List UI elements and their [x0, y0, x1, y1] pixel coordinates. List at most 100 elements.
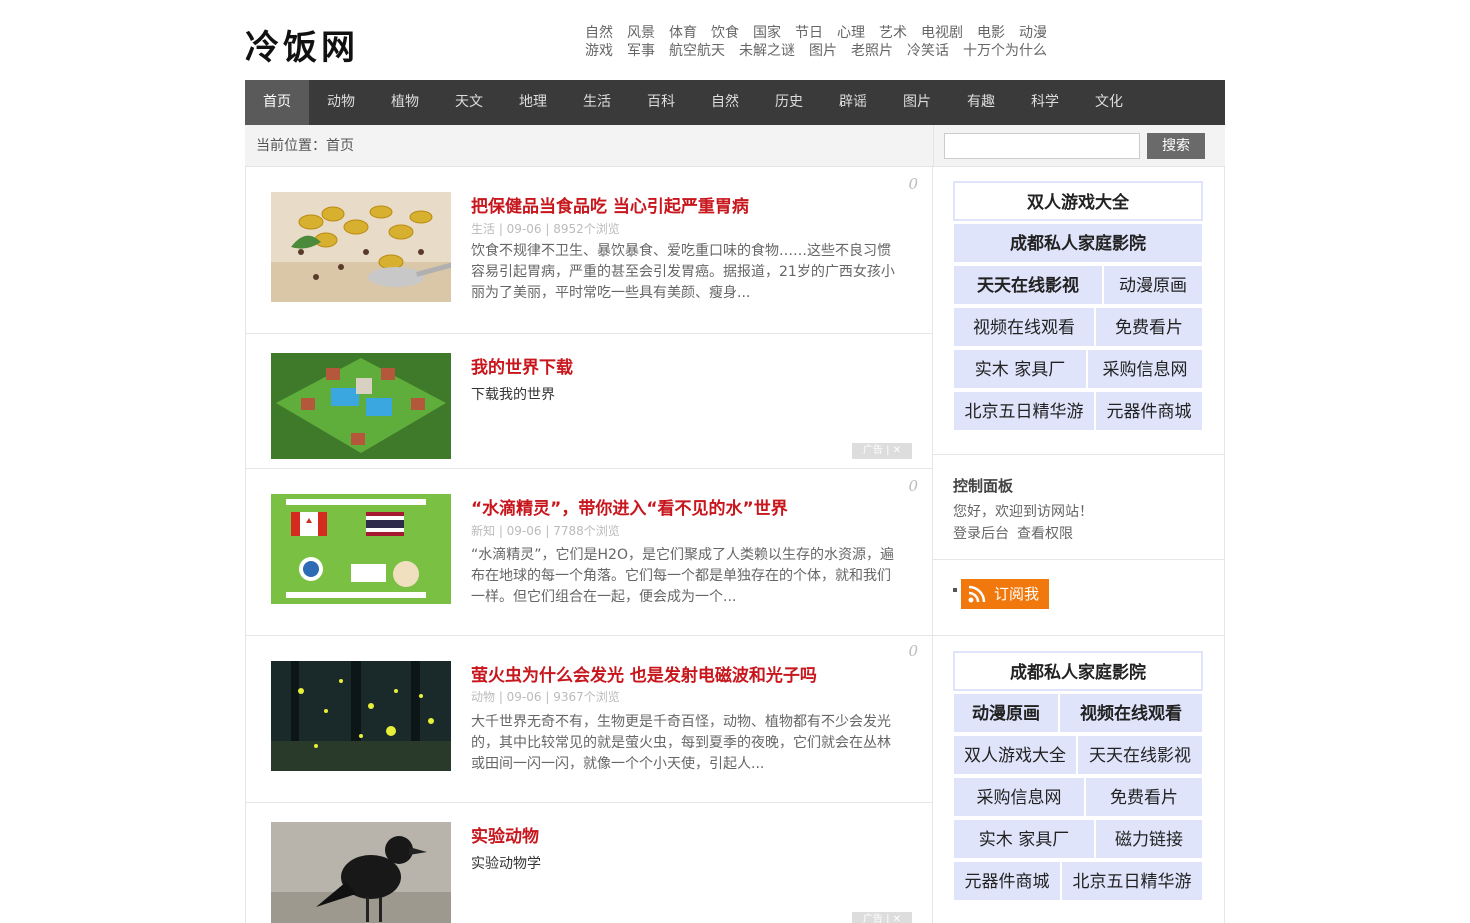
- top-link-7[interactable]: 艺术: [879, 25, 907, 41]
- ad-link[interactable]: 采购信息网: [1087, 349, 1203, 389]
- top-link-2[interactable]: 体育: [669, 25, 697, 41]
- post-list: 0 把保健品当食品吃 当心引起严重胃病 生活 | 09-06 | 8952个浏览…: [245, 167, 933, 923]
- breadcrumb: 当前位置：首页: [245, 125, 933, 167]
- nav-item-13[interactable]: 文化: [1077, 80, 1141, 125]
- nav-item-9[interactable]: 辟谣: [821, 80, 885, 125]
- top-link-1[interactable]: 风景: [627, 25, 655, 41]
- ad-subtitle: 下载我的世界: [471, 387, 555, 403]
- post-title[interactable]: “水滴精灵”，带你进入“看不见的水”世界: [471, 494, 788, 519]
- ad-link[interactable]: 元器件商城: [953, 861, 1061, 901]
- ad-subtitle: 实验动物学: [471, 856, 541, 872]
- top-links: 自然 风景 体育 饮食 国家 节日 心理 艺术 电视剧 电影 动漫 游戏 军事 航空航天 未解之谜 图片 老照…: [585, 24, 1085, 60]
- top-link-5[interactable]: 老照片: [851, 43, 893, 59]
- ad-thumbnail[interactable]: [271, 353, 451, 459]
- post-title[interactable]: 实验动物: [471, 822, 539, 847]
- top-link-6[interactable]: 冷笑话: [907, 43, 949, 59]
- list-item: 0 “水滴精灵”，带你进入“看不见的水”世界 新知 | 09-06 | 7788…: [246, 469, 932, 636]
- ad-link[interactable]: 实木 家具厂: [953, 819, 1095, 859]
- permission-link[interactable]: 查看权限: [1017, 526, 1073, 542]
- post-title[interactable]: 萤火虫为什么会发光 也是发射电磁波和光子吗: [471, 661, 817, 686]
- main-nav: 首页 动物 植物 天文 地理 生活 百科 自然 历史 辟谣 图片 有趣 科学 文化: [245, 80, 1225, 125]
- sidebar: 双人游戏大全 成都私人家庭影院 天天在线影视 动漫原画 视频在线观看 免费看片 …: [933, 167, 1225, 923]
- nav-item-3[interactable]: 天文: [437, 80, 501, 125]
- nav-item-7[interactable]: 自然: [693, 80, 757, 125]
- search-button[interactable]: 搜索: [1147, 133, 1205, 159]
- top-link-10[interactable]: 动漫: [1019, 25, 1047, 41]
- ad-link[interactable]: 双人游戏大全: [953, 735, 1077, 775]
- ad-link[interactable]: 成都私人家庭影院: [953, 651, 1203, 691]
- top-link-0[interactable]: 游戏: [585, 43, 613, 59]
- nav-item-11[interactable]: 有趣: [949, 80, 1013, 125]
- ad-link[interactable]: 实木 家具厂: [953, 349, 1087, 389]
- ad-thumbnail[interactable]: [271, 822, 451, 923]
- rss-icon: [968, 585, 986, 603]
- top-link-9[interactable]: 电影: [977, 25, 1005, 41]
- top-link-3[interactable]: 未解之谜: [739, 43, 795, 59]
- nav-item-6[interactable]: 百科: [629, 80, 693, 125]
- nav-item-0[interactable]: 首页: [245, 80, 309, 125]
- ad-link[interactable]: 免费看片: [1095, 307, 1203, 347]
- top-links-row-2: 游戏 军事 航空航天 未解之谜 图片 老照片 冷笑话 十万个为什么: [585, 42, 1085, 60]
- ad-link[interactable]: 天天在线影视: [1077, 735, 1203, 775]
- search-bar: 搜索: [933, 125, 1225, 167]
- top-link-6[interactable]: 心理: [837, 25, 865, 41]
- top-link-0[interactable]: 自然: [585, 25, 613, 41]
- ad-badge[interactable]: 广告 | ✕: [852, 443, 912, 459]
- rss-section: 订阅我: [933, 560, 1225, 636]
- post-title[interactable]: 把保健品当食品吃 当心引起严重胃病: [471, 192, 749, 217]
- nav-item-10[interactable]: 图片: [885, 80, 949, 125]
- list-item-ad: 我的世界下载 下载我的世界 广告 | ✕: [246, 334, 932, 469]
- ad-link[interactable]: 动漫原画: [1103, 265, 1203, 305]
- ad-link[interactable]: 采购信息网: [953, 777, 1085, 817]
- control-panel: 控制面板 您好，欢迎到访网站！ 登录后台 查看权限: [933, 455, 1225, 560]
- list-item: 0 萤火虫为什么会发光 也是发射电磁波和光子吗 动物 | 09-06 | 936…: [246, 636, 932, 803]
- nav-item-4[interactable]: 地理: [501, 80, 565, 125]
- ad-link[interactable]: 免费看片: [1085, 777, 1203, 817]
- top-link-2[interactable]: 航空航天: [669, 43, 725, 59]
- post-thumbnail[interactable]: [271, 192, 451, 302]
- top-link-4[interactable]: 图片: [809, 43, 837, 59]
- ad-link[interactable]: 北京五日精华游: [1061, 861, 1203, 901]
- site-logo[interactable]: 冷饭网: [245, 20, 359, 69]
- list-item-ad: 实验动物 实验动物学 广告 | ✕: [246, 803, 932, 923]
- login-link[interactable]: 登录后台: [953, 526, 1009, 542]
- ad-link[interactable]: 双人游戏大全: [953, 181, 1203, 221]
- post-thumbnail[interactable]: [271, 661, 451, 771]
- top-link-1[interactable]: 军事: [627, 43, 655, 59]
- post-excerpt: 饮食不规律不卫生、暴饮暴食、爱吃重口味的食物……这些不良习惯容易引起胃病，严重的…: [471, 243, 895, 301]
- top-link-7[interactable]: 十万个为什么: [963, 43, 1047, 59]
- comment-count: 0: [908, 642, 918, 660]
- ad-link[interactable]: 成都私人家庭影院: [953, 223, 1203, 263]
- post-title[interactable]: 我的世界下载: [471, 353, 573, 378]
- top-link-8[interactable]: 电视剧: [921, 25, 963, 41]
- control-panel-title: 控制面板: [953, 477, 1014, 495]
- nav-item-8[interactable]: 历史: [757, 80, 821, 125]
- sidebar-ad-links-1: 双人游戏大全 成都私人家庭影院 天天在线影视 动漫原画 视频在线观看 免费看片 …: [933, 167, 1225, 455]
- top-link-5[interactable]: 节日: [795, 25, 823, 41]
- control-links: 登录后台 查看权限: [953, 523, 1081, 543]
- nav-item-1[interactable]: 动物: [309, 80, 373, 125]
- ad-link[interactable]: 视频在线观看: [953, 307, 1095, 347]
- nav-item-12[interactable]: 科学: [1013, 80, 1077, 125]
- ad-link[interactable]: 北京五日精华游: [953, 391, 1095, 431]
- post-meta: 动物 | 09-06 | 9367个浏览: [471, 690, 620, 704]
- ad-link[interactable]: 元器件商城: [1095, 391, 1203, 431]
- top-link-4[interactable]: 国家: [753, 25, 781, 41]
- ad-link[interactable]: 视频在线观看: [1059, 693, 1203, 733]
- post-meta: 新知 | 09-06 | 7788个浏览: [471, 524, 620, 538]
- rss-subscribe-button[interactable]: 订阅我: [961, 579, 1049, 609]
- top-link-3[interactable]: 饮食: [711, 25, 739, 41]
- nav-item-5[interactable]: 生活: [565, 80, 629, 125]
- post-thumbnail[interactable]: [271, 494, 451, 604]
- post-excerpt: “水滴精灵”，它们是H2O，是它们聚成了人类赖以生存的水资源，遍布在地球的每一个…: [471, 547, 894, 605]
- ad-link[interactable]: 动漫原画: [953, 693, 1059, 733]
- ad-badge[interactable]: 广告 | ✕: [852, 912, 912, 923]
- ad-link[interactable]: 天天在线影视: [953, 265, 1103, 305]
- list-bullet: [953, 588, 957, 592]
- search-input[interactable]: [944, 133, 1140, 159]
- rss-label: 订阅我: [994, 585, 1040, 603]
- top-links-row-1: 自然 风景 体育 饮食 国家 节日 心理 艺术 电视剧 电影 动漫: [585, 24, 1085, 42]
- nav-item-2[interactable]: 植物: [373, 80, 437, 125]
- comment-count: 0: [908, 477, 918, 495]
- ad-link[interactable]: 磁力链接: [1095, 819, 1203, 859]
